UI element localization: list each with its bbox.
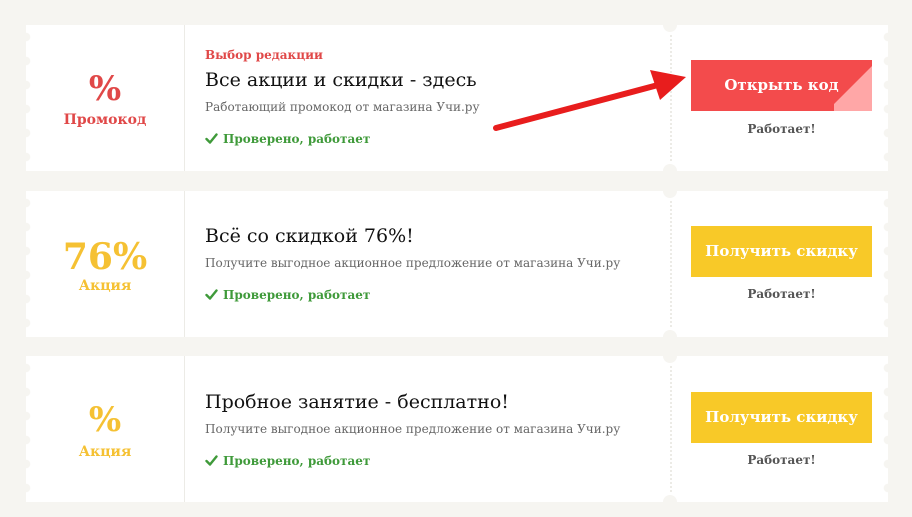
discount-value: 76% — [62, 236, 148, 278]
check-icon — [205, 289, 218, 300]
coupon-title: Всё со скидкой 76%! — [205, 225, 414, 247]
coupon-description: Работающий промокод от магазина Учи.ру — [205, 100, 480, 114]
button-label: Открыть код — [724, 76, 839, 94]
ticket-perforation — [670, 35, 672, 161]
coupon-info: Выбор редакции Все акции и скидки - здес… — [205, 25, 655, 171]
verified-text: Проверено, работает — [223, 132, 371, 146]
coupon-badge: % Акция — [26, 356, 185, 502]
discount-value: % — [88, 400, 122, 440]
ticket-perforation — [670, 201, 672, 327]
works-status: Работает! — [747, 122, 816, 136]
coupon-info: Всё со скидкой 76%! Получите выгодное ак… — [205, 191, 655, 337]
discount-value: % — [88, 69, 122, 109]
check-icon — [205, 455, 218, 466]
ticket-notch — [663, 330, 677, 344]
verified-status: Проверено, работает — [205, 454, 370, 468]
coupon-badge: % Промокод — [26, 25, 185, 171]
verified-status: Проверено, работает — [205, 132, 370, 146]
verified-text: Проверено, работает — [223, 288, 371, 302]
editor-choice-label: Выбор редакции — [205, 48, 323, 62]
check-icon — [205, 133, 218, 144]
get-discount-button[interactable]: Получить скидку — [691, 392, 872, 443]
get-discount-button[interactable]: Получить скидку — [691, 226, 872, 277]
coupon-badge: 76% Акция — [26, 191, 185, 337]
coupon-title: Все акции и скидки - здесь — [205, 69, 477, 91]
button-label: Получить скидку — [705, 242, 858, 260]
coupon-info: Пробное занятие - бесплатно! Получите вы… — [205, 356, 655, 502]
button-label: Получить скидку — [705, 408, 858, 426]
ticket-notch — [663, 349, 677, 363]
coupon-title: Пробное занятие - бесплатно! — [205, 391, 509, 413]
coupon-description: Получите выгодное акционное предложение … — [205, 422, 621, 436]
ticket-notch — [663, 495, 677, 509]
coupon-card: % Акция Пробное занятие - бесплатно! Пол… — [26, 349, 888, 509]
ticket-perforation — [670, 366, 672, 492]
works-status: Работает! — [747, 287, 816, 301]
ticket-notch — [663, 184, 677, 198]
ticket-notch — [663, 164, 677, 178]
coupon-card: % Промокод Выбор редакции Все акции и ск… — [26, 18, 888, 178]
coupon-type: Акция — [78, 278, 132, 294]
coupon-description: Получите выгодное акционное предложение … — [205, 256, 621, 270]
code-peel-corner — [834, 60, 872, 111]
works-status: Работает! — [747, 453, 816, 467]
coupon-card: 76% Акция Всё со скидкой 76%! Получите в… — [26, 184, 888, 344]
verified-status: Проверено, работает — [205, 288, 370, 302]
coupon-type: Промокод — [63, 112, 147, 128]
ticket-notch — [663, 18, 677, 32]
coupon-type: Акция — [78, 444, 132, 460]
coupon-list: % Промокод Выбор редакции Все акции и ск… — [0, 0, 912, 517]
verified-text: Проверено, работает — [223, 454, 371, 468]
open-code-button[interactable]: Открыть код — [691, 60, 872, 111]
